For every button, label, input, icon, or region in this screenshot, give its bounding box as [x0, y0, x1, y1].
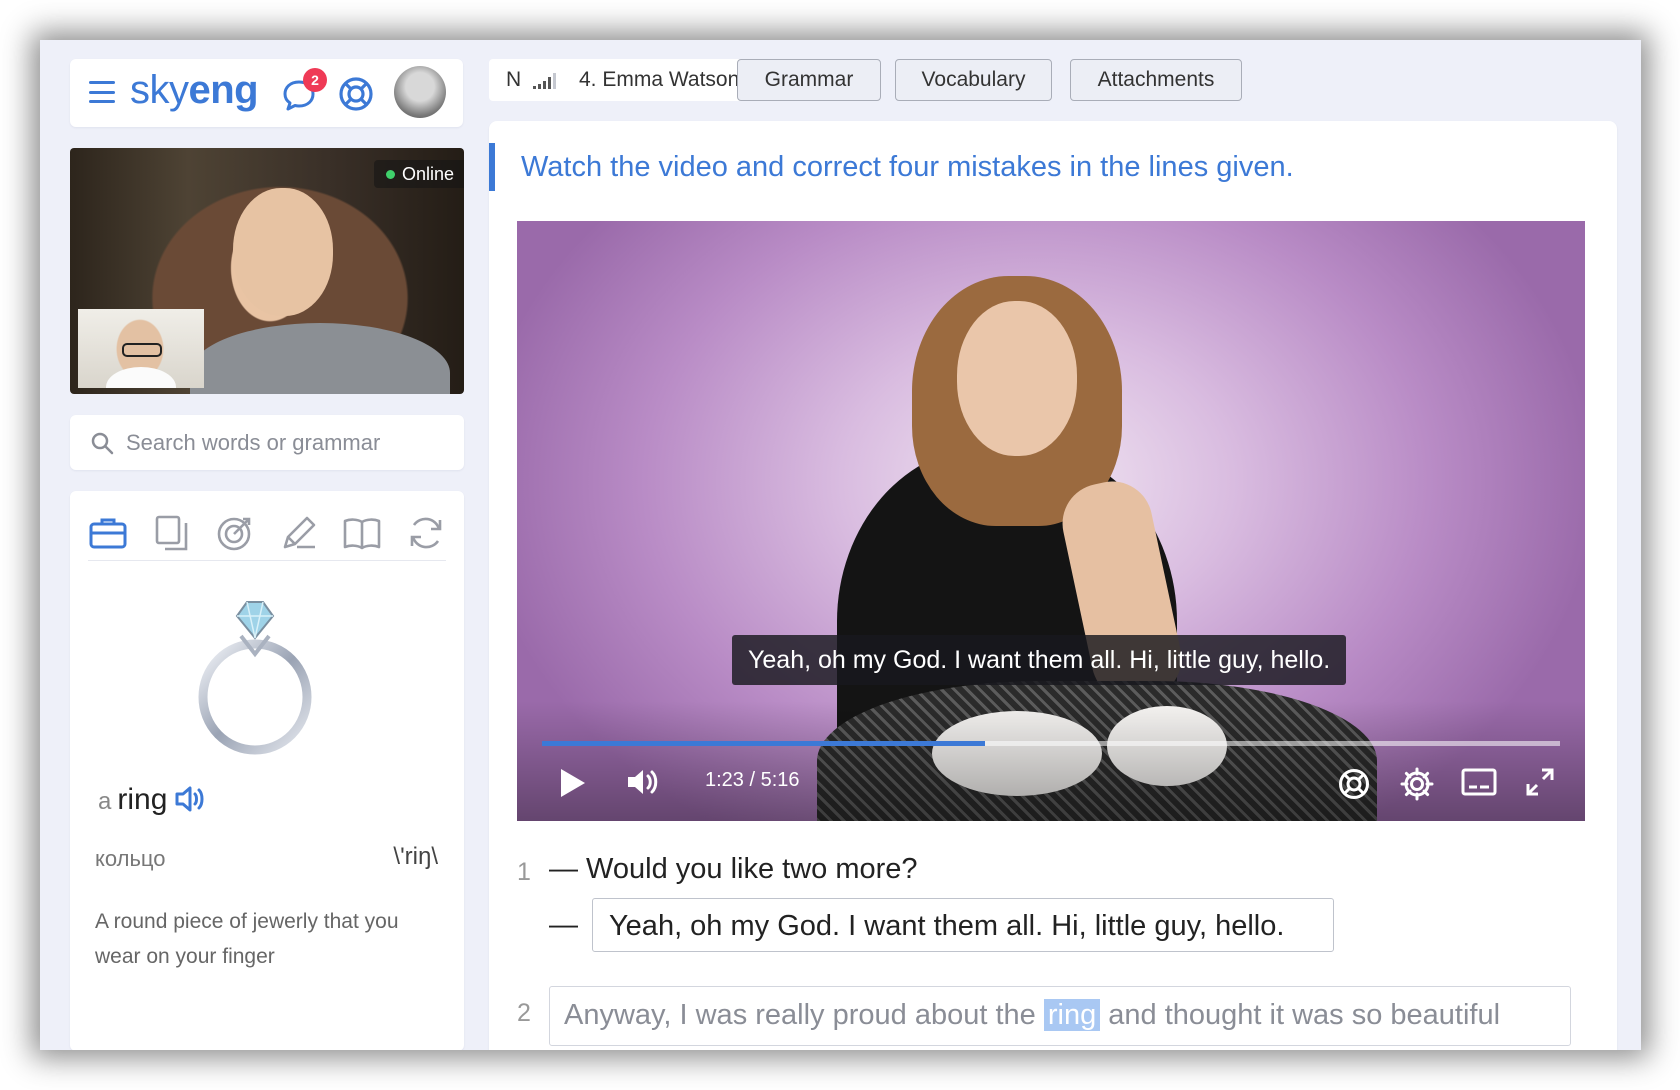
online-dot-icon	[385, 170, 395, 179]
video-subtitle: Yeah, oh my God. I want them all. Hi, li…	[732, 635, 1347, 685]
user-avatar[interactable]	[394, 66, 446, 118]
online-status: Online	[373, 160, 464, 188]
highlighted-word[interactable]: ring	[1043, 999, 1101, 1031]
exercise-instruction: Watch the video and correct four mistake…	[489, 143, 1294, 191]
lesson-title-tab[interactable]: N 4. Emma Watson	[489, 59, 769, 101]
online-status-label: Online	[401, 164, 454, 184]
volume-icon[interactable]	[627, 767, 661, 797]
answer-field-1[interactable]: Yeah, oh my God. I want them all. Hi, li…	[592, 898, 1334, 952]
tab-attachments[interactable]: Attachments	[1070, 59, 1242, 101]
video-call: Online	[70, 148, 464, 394]
logo[interactable]: skyeng	[130, 68, 259, 113]
lesson-content: Watch the video and correct four mistake…	[489, 121, 1617, 1050]
book-icon[interactable]	[342, 513, 382, 553]
video-player[interactable]: Yeah, oh my God. I want them all. Hi, li…	[517, 221, 1585, 821]
video-time: 1:23 / 5:16	[705, 769, 800, 791]
subtitles-icon[interactable]	[1461, 767, 1497, 797]
progress-bar[interactable]	[542, 741, 1560, 746]
help-lifebuoy-icon[interactable]	[337, 75, 375, 113]
answer-dash-1: —	[549, 909, 578, 941]
word-text: ring	[117, 783, 168, 816]
line-number-1: 1	[517, 858, 531, 886]
word-article: a	[98, 788, 112, 815]
app-header: skyeng 2	[70, 59, 463, 127]
chat-badge: 2	[303, 68, 327, 92]
dictionary-toolbar	[88, 506, 446, 561]
video-person-face	[957, 301, 1077, 456]
menu-icon[interactable]	[89, 81, 115, 103]
search-icon	[91, 432, 114, 455]
word-translation: кольцо	[95, 846, 166, 871]
briefcase-icon[interactable]	[88, 513, 128, 553]
fullscreen-icon[interactable]	[1525, 767, 1555, 797]
pencil-icon[interactable]	[279, 513, 319, 553]
logo-text-bold: eng	[188, 68, 259, 112]
answer-field-2[interactable]: Anyway, I was really proud about the rin…	[549, 986, 1571, 1046]
line-number-2: 2	[517, 999, 531, 1027]
self-view-glasses	[122, 343, 162, 357]
search-box[interactable]: Search words or grammar	[70, 415, 464, 470]
exercise-prompt-1: — Would you like two more?	[549, 853, 918, 885]
word-transcription: \'riŋ\	[393, 843, 438, 870]
help-lifebuoy-icon[interactable]	[1337, 767, 1371, 801]
answer-2-text-after: and thought it was so beautiful	[1108, 999, 1501, 1031]
refresh-icon[interactable]	[406, 513, 446, 553]
dictionary-panel: a ring кольцо \'riŋ\ A round piece of jew…	[70, 491, 464, 1050]
tab-vocabulary[interactable]: Vocabulary	[895, 59, 1052, 101]
tab-grammar[interactable]: Grammar	[737, 59, 881, 101]
target-icon[interactable]	[215, 513, 255, 553]
logo-text-light: sky	[130, 68, 189, 112]
video-gradient	[517, 701, 1585, 821]
signal-strength-icon	[533, 73, 556, 89]
video-call-person	[190, 323, 450, 394]
word-definition: A round piece of jewerly that you wear o…	[95, 910, 399, 968]
search-input[interactable]: Search words or grammar	[126, 430, 380, 456]
answer-2-text-before: Anyway, I was really proud about the	[564, 999, 1036, 1031]
copy-icon[interactable]	[152, 513, 192, 553]
progress-fill	[542, 741, 985, 746]
lesson-title: 4. Emma Watson	[579, 68, 740, 91]
network-label: N	[506, 68, 522, 91]
ring-image	[198, 601, 312, 755]
speaker-icon[interactable]	[175, 785, 207, 813]
video-call-face	[233, 188, 333, 316]
dictionary-word: a ring	[98, 783, 207, 817]
self-view-person	[106, 367, 176, 388]
play-icon[interactable]	[559, 767, 587, 799]
self-view[interactable]	[78, 309, 204, 388]
app-window: skyeng 2 Online Search words or grammar	[40, 40, 1641, 1050]
settings-gear-icon[interactable]	[1400, 767, 1434, 801]
